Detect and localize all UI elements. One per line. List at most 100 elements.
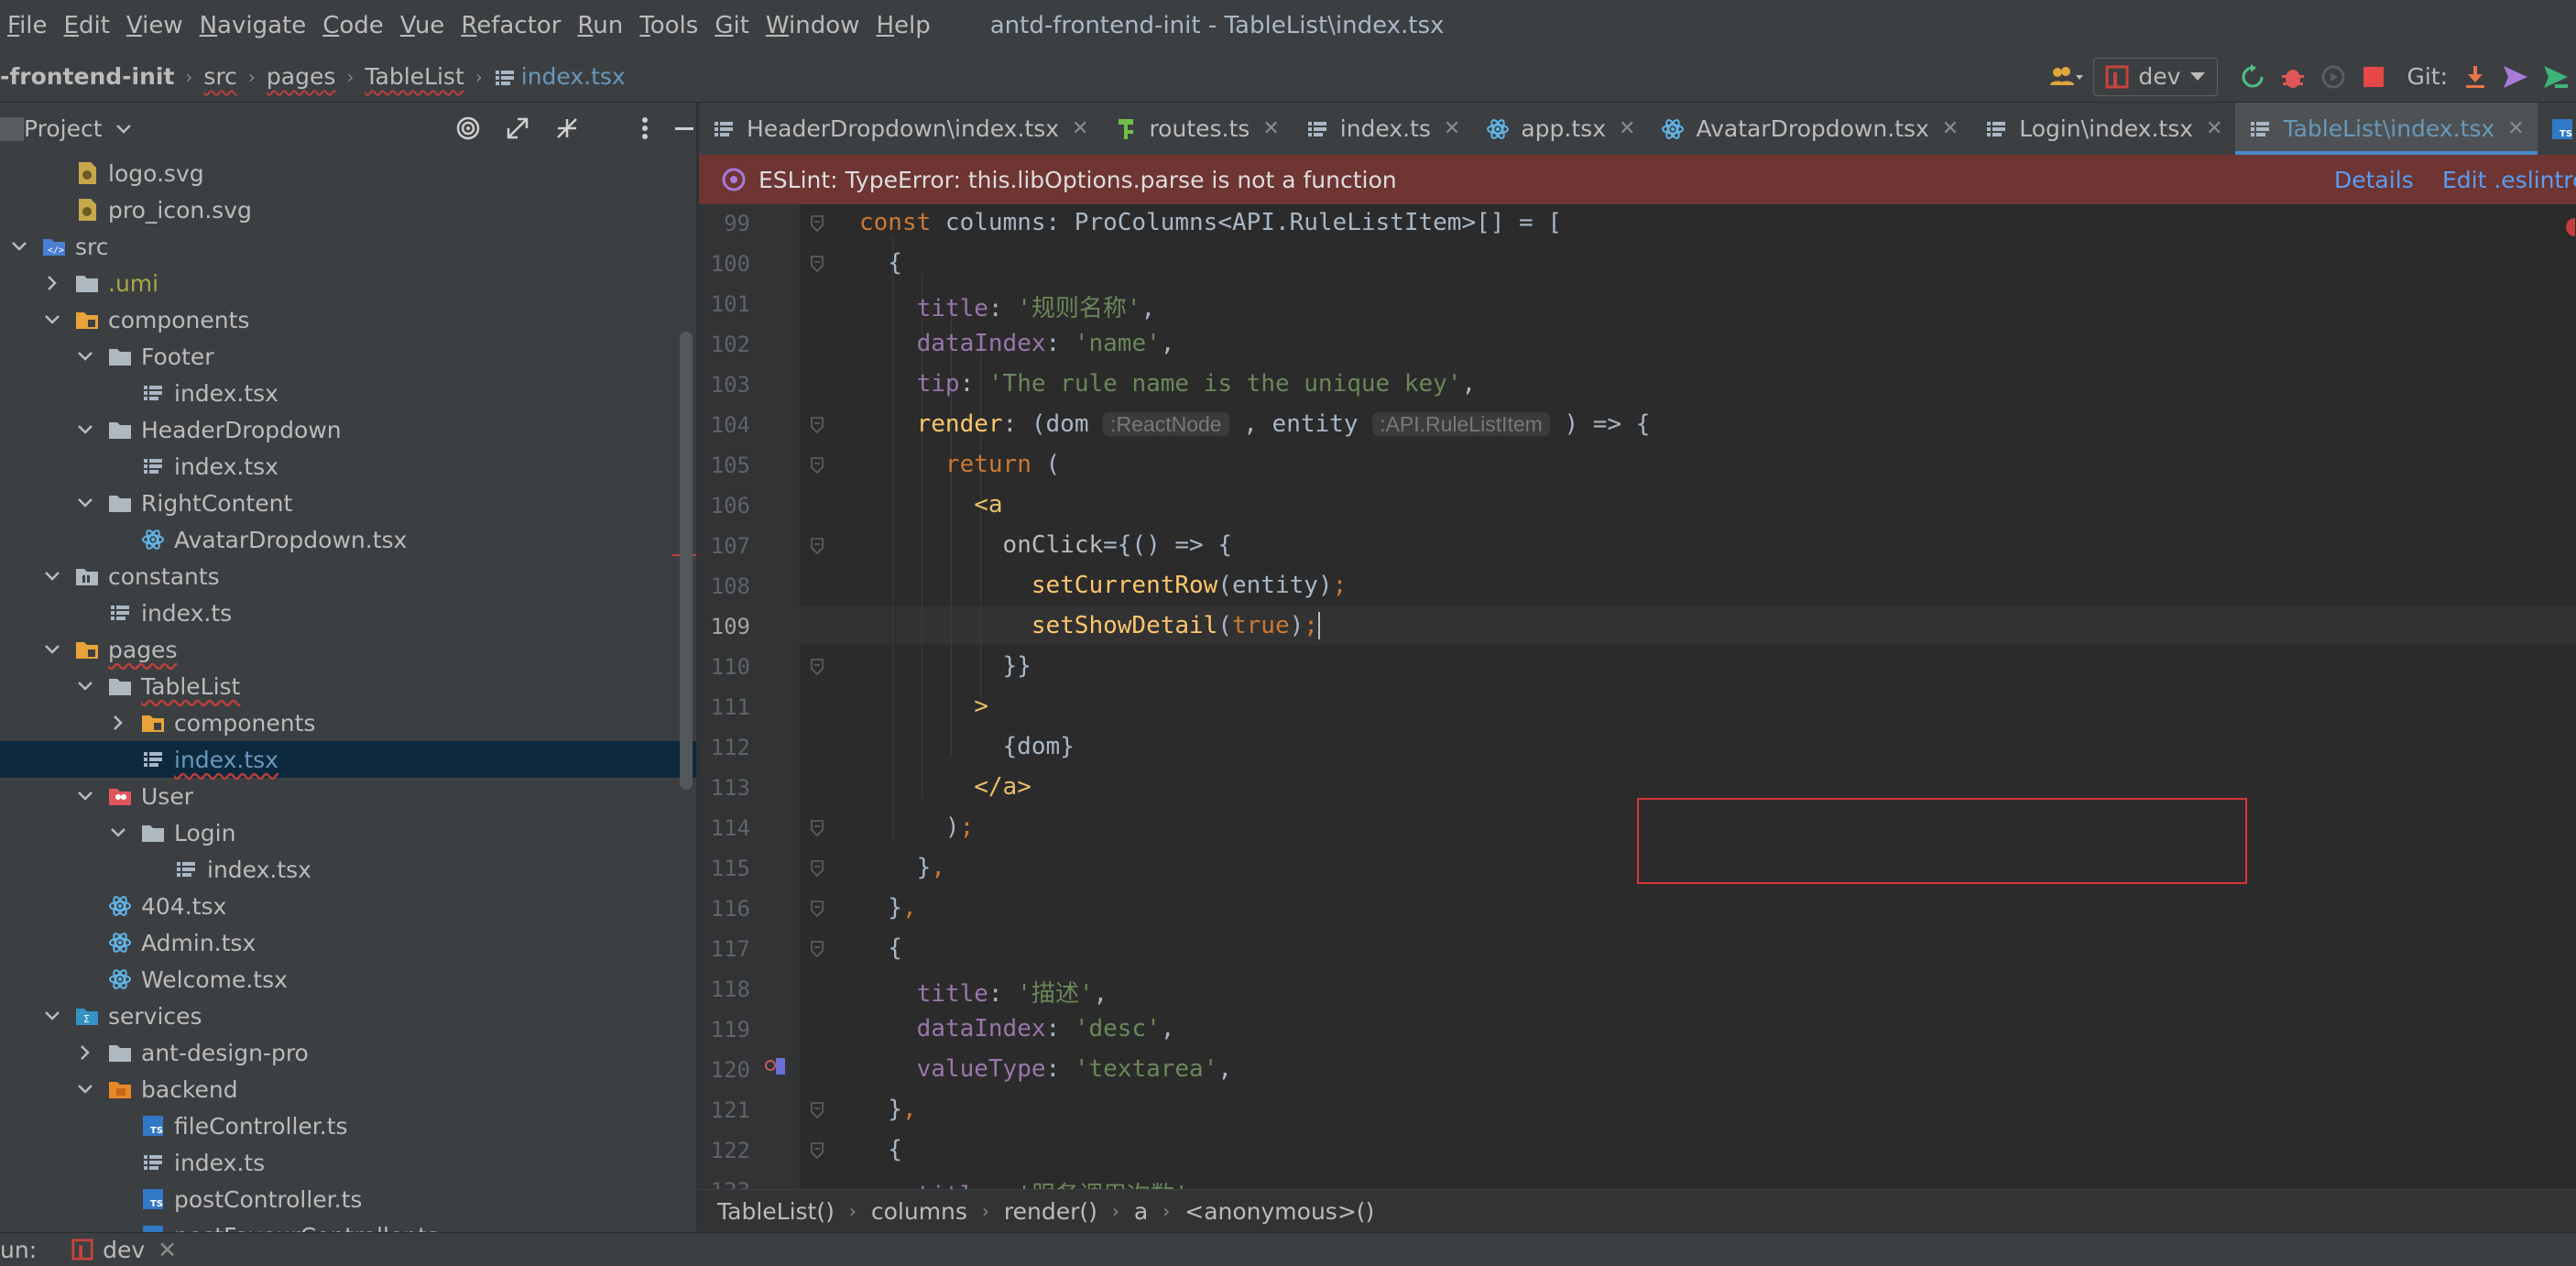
chevron-down-icon[interactable] <box>75 493 95 513</box>
tree-item[interactable]: TableList <box>0 668 696 704</box>
tree-item[interactable]: </> src <box>0 228 696 265</box>
close-icon[interactable]: ✕ <box>2507 117 2524 140</box>
editor-tab[interactable]: index.ts ✕ <box>1293 103 1474 155</box>
breadcrumb-item[interactable]: TableList <box>365 63 464 90</box>
tree-item[interactable]: HeaderDropdown <box>0 411 696 448</box>
tree-item[interactable]: User <box>0 778 696 814</box>
close-icon[interactable]: ✕ <box>2206 117 2222 140</box>
edit-eslintrc-link[interactable]: Edit .eslintrc.json <box>2442 167 2576 193</box>
chevron-down-icon[interactable] <box>42 1006 62 1026</box>
tree-item[interactable]: index.tsx <box>0 851 696 888</box>
fold-marker-icon[interactable] <box>810 1102 824 1119</box>
tree-item[interactable]: TS postFavourController.ts <box>0 1217 696 1232</box>
code-breadcrumb-item[interactable]: a <box>1134 1198 1148 1225</box>
fold-marker-icon[interactable] <box>810 1142 824 1160</box>
editor-tab[interactable]: Login\index.tsx ✕ <box>1971 103 2235 155</box>
error-stripe-marker[interactable] <box>2562 215 2575 239</box>
collapse-all-icon[interactable] <box>554 115 580 141</box>
chevron-right-icon[interactable] <box>108 713 128 733</box>
locate-file-icon[interactable] <box>455 115 481 141</box>
tree-item[interactable]: index.ts <box>0 595 696 631</box>
close-icon[interactable]: ✕ <box>158 1237 177 1263</box>
menu-window[interactable]: Window <box>758 12 868 39</box>
chevron-down-icon[interactable] <box>42 639 62 660</box>
tree-item[interactable]: index.ts <box>0 1144 696 1181</box>
tree-item[interactable]: ant-design-pro <box>0 1034 696 1071</box>
menu-edit[interactable]: Edit <box>56 12 118 39</box>
project-panel-title[interactable]: Project <box>24 115 103 142</box>
profiler-icon[interactable] <box>2313 57 2353 97</box>
tree-item[interactable]: index.tsx <box>0 741 696 778</box>
menu-navigate[interactable]: Navigate <box>191 12 315 39</box>
breadcrumb-item[interactable]: src <box>203 63 237 90</box>
menu-run[interactable]: Run <box>569 12 631 39</box>
menu-tools[interactable]: Tools <box>631 12 706 39</box>
tree-item[interactable]: logo.svg <box>0 155 696 191</box>
tree-item[interactable]: AvatarDropdown.tsx <box>0 521 696 558</box>
code-breadcrumb-item[interactable]: columns <box>871 1198 967 1225</box>
close-icon[interactable]: ✕ <box>1072 117 1088 140</box>
stop-icon[interactable] <box>2353 57 2394 97</box>
menu-view[interactable]: View <box>118 12 191 39</box>
code-breadcrumb-item[interactable]: <anonymous>() <box>1184 1198 1374 1225</box>
hide-panel-icon[interactable] <box>673 115 695 141</box>
details-link[interactable]: Details <box>2334 167 2414 193</box>
fold-marker-icon[interactable] <box>810 820 824 837</box>
fold-marker-icon[interactable] <box>810 417 824 434</box>
tree-item[interactable]: RightContent <box>0 485 696 521</box>
chevron-down-icon[interactable] <box>75 420 95 440</box>
tree-item[interactable]: .umi <box>0 265 696 301</box>
close-icon[interactable]: ✕ <box>1942 117 1959 140</box>
chevron-down-icon[interactable] <box>75 1079 95 1099</box>
fold-marker-icon[interactable] <box>810 860 824 878</box>
chevron-right-icon[interactable] <box>42 273 62 293</box>
menu-vue[interactable]: Vue <box>392 12 453 39</box>
tree-item[interactable]: backend <box>0 1071 696 1108</box>
debug-icon[interactable] <box>2273 57 2313 97</box>
tree-item[interactable]: Σservices <box>0 998 696 1034</box>
code-editor[interactable]: 99 100 101 102 103 104 105 106 107 108 109 110 111 11… <box>699 204 2576 1189</box>
chevron-down-icon[interactable] <box>75 346 95 366</box>
fold-marker-icon[interactable] <box>810 215 824 233</box>
code-breadcrumb-item[interactable]: render() <box>1004 1198 1097 1225</box>
tree-item[interactable]: components <box>0 301 696 338</box>
fold-marker-icon[interactable] <box>810 256 824 273</box>
more-options-icon[interactable] <box>640 115 649 141</box>
fold-marker-icon[interactable] <box>810 457 824 475</box>
tree-item[interactable]: pro_icon.svg <box>0 191 696 228</box>
menu-help[interactable]: Help <box>868 12 938 39</box>
collaboration-icon[interactable] <box>2046 57 2086 97</box>
chevron-down-icon[interactable] <box>75 676 95 696</box>
tree-scrollbar[interactable] <box>680 332 693 790</box>
menu-file[interactable]: File <box>0 12 56 39</box>
chevron-down-icon[interactable] <box>115 124 132 135</box>
tree-item[interactable]: Footer <box>0 338 696 375</box>
git-commit-icon[interactable] <box>2495 57 2536 97</box>
editor-tab[interactable]: HeaderDropdown\index.tsx ✕ <box>699 103 1101 155</box>
fold-marker-icon[interactable] <box>810 659 824 676</box>
run-tab-label[interactable]: dev <box>103 1237 145 1263</box>
chevron-right-icon[interactable] <box>75 1042 95 1063</box>
tree-item[interactable]: index.tsx <box>0 448 696 485</box>
chevron-down-icon[interactable] <box>75 786 95 806</box>
fold-marker-icon[interactable] <box>810 900 824 918</box>
editor-tab[interactable]: routes.ts ✕ <box>1101 103 1292 155</box>
tree-item[interactable]: TS postController.ts <box>0 1181 696 1217</box>
tree-item[interactable]: Login <box>0 814 696 851</box>
tree-item[interactable]: pages <box>0 631 696 668</box>
git-push-icon[interactable] <box>2536 57 2576 97</box>
menu-refactor[interactable]: Refactor <box>453 12 569 39</box>
close-icon[interactable]: ✕ <box>1619 117 1635 140</box>
editor-tab[interactable]: TSuserController.ts <box>2538 103 2576 155</box>
chevron-down-icon[interactable] <box>42 310 62 330</box>
gutter-marker-icon[interactable] <box>763 1054 789 1080</box>
editor-tab[interactable]: TableList\index.tsx ✕ <box>2235 103 2538 155</box>
editor-tab[interactable]: app.tsx ✕ <box>1473 103 1648 155</box>
expand-all-icon[interactable] <box>505 115 530 141</box>
editor-tab[interactable]: AvatarDropdown.tsx ✕ <box>1648 103 1971 155</box>
close-icon[interactable]: ✕ <box>1444 117 1460 140</box>
tree-item[interactable]: components <box>0 704 696 741</box>
tree-item[interactable]: index.tsx <box>0 375 696 411</box>
chevron-down-icon[interactable] <box>108 823 128 843</box>
breadcrumb-item[interactable]: index.tsx <box>521 63 626 90</box>
